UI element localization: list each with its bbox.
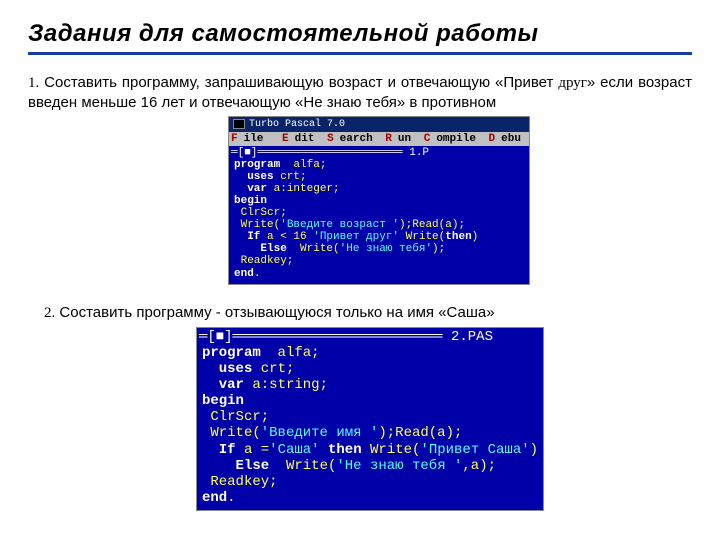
ide2-frame-top: ═[■]═════════════════════════ 2.PAS [199, 329, 541, 345]
task2-text: 2. Составить программу - отзывающуюся то… [44, 303, 692, 323]
ide1-frame-top: ═[■]══════════════════════ 1.P [231, 147, 527, 159]
ide2-code: program alfa; uses crt; var a:string; be… [199, 345, 541, 508]
ide1-code: program alfa; uses crt; var a:integer; b… [231, 159, 527, 282]
task1-number: 1. [28, 75, 39, 91]
cmd-icon [233, 119, 245, 129]
ide1-frame: ═[■]══════════════════════ 1.P program a… [229, 146, 529, 284]
ide1-titlebar: Turbo Pascal 7.0 [229, 117, 529, 132]
ide2: ═[■]═════════════════════════ 2.PAS prog… [196, 327, 544, 511]
ide1: Turbo Pascal 7.0 File Edit Search Run Co… [228, 116, 530, 285]
menu-edit[interactable]: Edit [282, 133, 314, 145]
task2-number: 2. [44, 305, 55, 321]
ide1-menubar: File Edit Search Run Compile Debu [229, 132, 529, 146]
menu-search[interactable]: Search [327, 133, 373, 145]
task1-part-a: Составить программу, запрашивающую возра… [39, 74, 558, 91]
task1-serif-word: друг [558, 75, 587, 91]
ide2-container: ═[■]═════════════════════════ 2.PAS prog… [48, 327, 692, 511]
ide1-title: Turbo Pascal 7.0 [249, 119, 345, 130]
menu-file[interactable]: File [231, 133, 269, 145]
menu-run[interactable]: Run [385, 133, 411, 145]
task2-body: Составить программу - отзывающуюся тольк… [55, 304, 494, 321]
page-title: Задания для самостоятельной работы [28, 20, 692, 55]
ide2-frame: ═[■]═════════════════════════ 2.PAS prog… [197, 328, 543, 510]
task1-text: 1. Составить программу, запрашивающую во… [28, 73, 692, 114]
menu-debug[interactable]: Debu [489, 133, 521, 145]
menu-compile[interactable]: Compile [424, 133, 476, 145]
ide1-container: Turbo Pascal 7.0 File Edit Search Run Co… [228, 116, 692, 285]
